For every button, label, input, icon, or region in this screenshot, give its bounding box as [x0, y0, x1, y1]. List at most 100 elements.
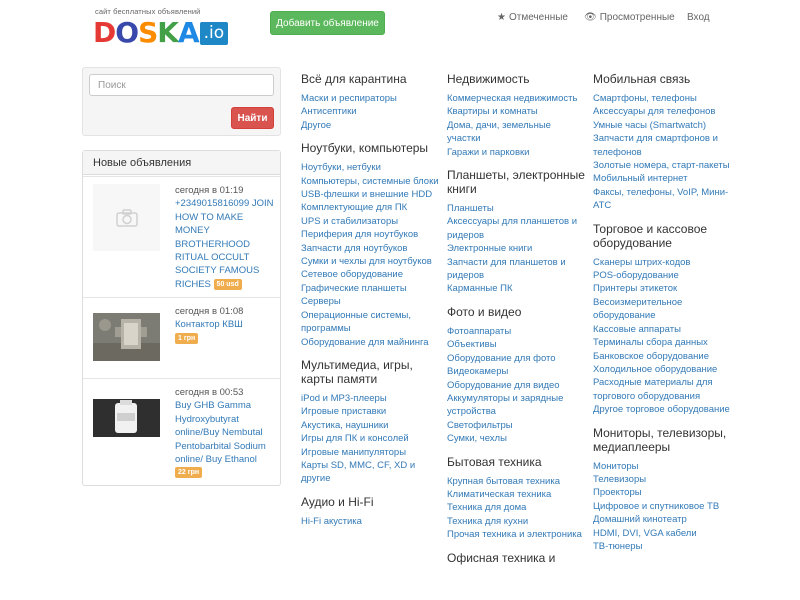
search-input[interactable] — [89, 74, 274, 96]
search-button[interactable]: Найти — [231, 107, 274, 129]
category-title: Аудио и Hi-Fi — [301, 494, 374, 509]
subcategory-link[interactable]: Другое — [301, 119, 441, 132]
subcategory-link[interactable]: Цифровое и спутниковое ТВ — [593, 500, 733, 513]
subcategory-link[interactable]: Запчасти для ноутбуков — [301, 242, 441, 255]
ad-title[interactable]: Контактор КВШ — [175, 319, 243, 330]
contactor-image — [93, 313, 160, 361]
logo-letter: D — [93, 16, 116, 49]
subcategory-link[interactable]: Антисептики — [301, 105, 441, 118]
subcategory-link[interactable]: Оборудование для майнинга — [301, 336, 441, 349]
subcategory-link[interactable]: Расходные материалы для торгового оборуд… — [593, 376, 733, 403]
subcategory-link[interactable]: Весоизмерительное оборудование — [593, 296, 733, 323]
subcategory-link[interactable]: Маски и респираторы — [301, 92, 441, 105]
subcategory-link[interactable]: Умные часы (Smartwatch) — [593, 119, 733, 132]
ad-title[interactable]: Buy GHB Gamma Hydroxybutyrat online/Buy … — [175, 400, 266, 465]
subcategory-link[interactable]: Домашний кинотеатр — [593, 513, 733, 526]
subcategory-link[interactable]: Запчасти для смартфонов и телефонов — [593, 132, 733, 159]
site-logo[interactable]: сайт бесплатных объявлений DOSKA .io — [93, 7, 253, 49]
subcategory-link[interactable]: Операционные системы, программы — [301, 309, 441, 336]
subcategory-link[interactable]: Техника для кухни — [447, 515, 587, 528]
ad-photo-bottle[interactable] — [93, 399, 160, 437]
subcategory-link[interactable]: Сетевое оборудование — [301, 268, 441, 281]
nav-login-link[interactable]: Вход — [687, 11, 710, 23]
logo-wordmark: DOSKA .io — [93, 16, 229, 49]
subcategory-link[interactable]: Принтеры этикеток — [593, 282, 733, 295]
subcategory-link[interactable]: Гаражи и парковки — [447, 146, 587, 159]
subcategory-link[interactable]: Объективы — [447, 338, 587, 351]
category-group: Мультимедиа, игры, карты памяти iPod и MP… — [301, 358, 441, 486]
logo-tagline: сайт бесплатных объявлений — [95, 7, 201, 16]
subcategory-link[interactable]: Видеокамеры — [447, 365, 587, 378]
subcategory-link[interactable]: Графические планшеты — [301, 282, 441, 295]
subcategory-link[interactable]: Периферия для ноутбуков — [301, 228, 441, 241]
subcategory-link[interactable]: Климатическая техника — [447, 488, 587, 501]
subcategory-link[interactable]: Карманные ПК — [447, 282, 587, 295]
subcategory-link[interactable]: Крупная бытовая техника — [447, 475, 587, 488]
add-listing-button[interactable]: Добавить объявление — [270, 11, 385, 35]
subcategory-link[interactable]: UPS и стабилизаторы — [301, 215, 441, 228]
subcategory-link[interactable]: USB-флешки и внешние HDD — [301, 188, 441, 201]
subcategory-link[interactable]: Телевизоры — [593, 473, 733, 486]
subcategory-link[interactable]: Игры для ПК и консолей — [301, 432, 441, 445]
subcategory-link[interactable]: Hi-Fi акустика — [301, 515, 441, 528]
logo-tld: .io — [199, 21, 229, 45]
category-title: Планшеты, электронные книги — [447, 168, 585, 197]
category-group: Торговое и кассовое оборудование Сканеры … — [593, 222, 733, 417]
subcategory-link[interactable]: Запчасти для планшетов и ридеров — [447, 256, 587, 283]
ad-title-wrap: +2349015816099 JOIN HOW TO MAKE MONEY BR… — [175, 197, 275, 291]
category-column-2: Недвижимость Коммерческая недвижимость Ква… — [447, 72, 587, 574]
subcategory-link[interactable]: Игровые манипуляторы — [301, 446, 441, 459]
subcategory-link[interactable]: Ноутбуки, нетбуки — [301, 161, 441, 174]
subcategory-link[interactable]: Коммерческая недвижимость — [447, 92, 587, 105]
subcategory-link[interactable]: HDMI, DVI, VGA кабели — [593, 527, 733, 540]
subcategory-link[interactable]: POS-оборудование — [593, 269, 733, 282]
subcategory-link[interactable]: Оборудование для фото — [447, 352, 587, 365]
subcategory-link[interactable]: Аккумуляторы и зарядные устройства — [447, 392, 587, 419]
subcategory-link[interactable]: Терминалы сбора данных — [593, 336, 733, 349]
subcategory-link[interactable]: Компьютеры, системные блоки — [301, 175, 441, 188]
subcategory-link[interactable]: Аксессуары для планшетов и ридеров — [447, 215, 587, 242]
subcategory-link[interactable]: Квартиры и комнаты — [447, 105, 587, 118]
category-group: Фото и видео Фотоаппараты Объективы Оборудо… — [447, 305, 587, 446]
subcategory-link[interactable]: Факсы, телефоны, VoIP, Мини-АТС — [593, 186, 733, 213]
subcategory-link[interactable]: Серверы — [301, 295, 441, 308]
ad-photo-contactor[interactable] — [93, 313, 160, 361]
eye-icon: 👁 — [584, 11, 597, 23]
subcategory-link[interactable]: Мониторы — [593, 460, 733, 473]
subcategory-link[interactable]: Аксессуары для телефонов — [593, 105, 733, 118]
subcategory-link[interactable]: Планшеты — [447, 202, 587, 215]
ad-item[interactable]: сегодня в 01:08 Контактор КВШ 1 грн — [83, 297, 280, 377]
subcategory-link[interactable]: Банковское оборудование — [593, 350, 733, 363]
subcategory-link[interactable]: Акустика, наушники — [301, 419, 441, 432]
subcategory-link[interactable]: Золотые номера, старт-пакеты — [593, 159, 733, 172]
subcategory-link[interactable]: Комплектующие для ПК — [301, 201, 441, 214]
subcategory-link[interactable]: Прочая техника и электроника — [447, 528, 587, 541]
subcategory-link[interactable]: Сканеры штрих-кодов — [593, 256, 733, 269]
subcategory-link[interactable]: Смартфоны, телефоны — [593, 92, 733, 105]
subcategory-link[interactable]: Электронные книги — [447, 242, 587, 255]
nav-favorites-link[interactable]: ★ Отмеченные — [497, 11, 568, 23]
subcategory-link[interactable]: Другое торговое оборудование — [593, 403, 733, 416]
subcategory-link[interactable]: Игровые приставки — [301, 405, 441, 418]
ad-text: сегодня в 01:19 +2349015816099 JOIN HOW … — [175, 184, 275, 291]
nav-viewed-link[interactable]: 👁 Просмотренные — [584, 11, 675, 23]
subcategory-link[interactable]: Кассовые аппараты — [593, 323, 733, 336]
subcategory-link[interactable]: Мобильный интернет — [593, 172, 733, 185]
subcategory-link[interactable]: Оборудование для видео — [447, 379, 587, 392]
subcategory-link[interactable]: Карты SD, MMC, CF, XD и другие — [301, 459, 441, 486]
ad-title[interactable]: +2349015816099 JOIN HOW TO MAKE MONEY BR… — [175, 198, 274, 289]
subcategory-link[interactable]: Сумки, чехлы — [447, 432, 587, 445]
subcategory-link[interactable]: Холодильное оборудование — [593, 363, 733, 376]
nav-viewed-label: Просмотренные — [599, 11, 675, 23]
subcategory-link[interactable]: Проекторы — [593, 486, 733, 499]
subcategory-link[interactable]: Техника для дома — [447, 501, 587, 514]
subcategory-link[interactable]: Фотоаппараты — [447, 325, 587, 338]
subcategory-link[interactable]: Светофильтры — [447, 419, 587, 432]
subcategory-link[interactable]: ТВ-тюнеры — [593, 540, 733, 553]
subcategory-link[interactable]: iPod и MP3-плееры — [301, 392, 441, 405]
subcategory-link[interactable]: Дома, дачи, земельные участки — [447, 119, 587, 146]
ad-item[interactable]: сегодня в 01:19 +2349015816099 JOIN HOW … — [83, 176, 280, 296]
ad-thumb-placeholder[interactable] — [93, 184, 160, 251]
subcategory-link[interactable]: Сумки и чехлы для ноутбуков — [301, 255, 441, 268]
ad-item[interactable]: сегодня в 00:53 Buy GHB Gamma Hydroxybut… — [83, 378, 280, 486]
